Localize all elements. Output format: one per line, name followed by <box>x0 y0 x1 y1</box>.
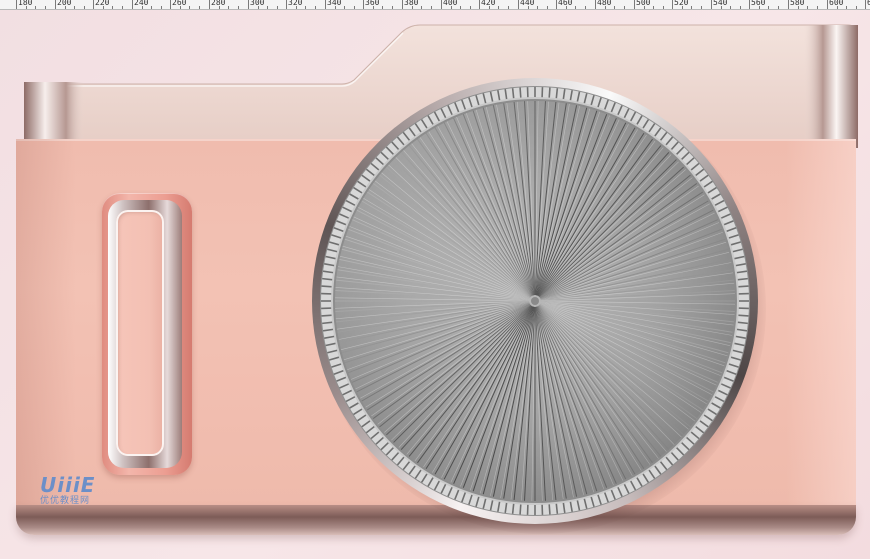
camera-illustration <box>0 0 870 559</box>
lens-dial <box>321 87 749 515</box>
dial-knurl-tooth <box>321 314 333 317</box>
dial-knurl-tooth <box>519 87 522 99</box>
dial-center-point <box>531 297 539 305</box>
body-right-highlight <box>786 139 856 511</box>
dial-knurl-tooth <box>737 314 749 317</box>
watermark: UiiiE 优优教程网 <box>40 474 95 507</box>
watermark-caption: 优优教程网 <box>40 496 91 506</box>
viewfinder-window <box>116 210 164 456</box>
dial-knurl-tooth <box>548 503 551 515</box>
dial-knurl-tooth <box>548 87 551 99</box>
dial-knurl-tooth <box>321 285 333 288</box>
dial-knurl-tooth <box>519 503 522 515</box>
watermark-logo: UiiiE <box>40 473 96 497</box>
dial-knurl-tooth <box>737 285 749 288</box>
body-left-shading <box>16 139 76 511</box>
